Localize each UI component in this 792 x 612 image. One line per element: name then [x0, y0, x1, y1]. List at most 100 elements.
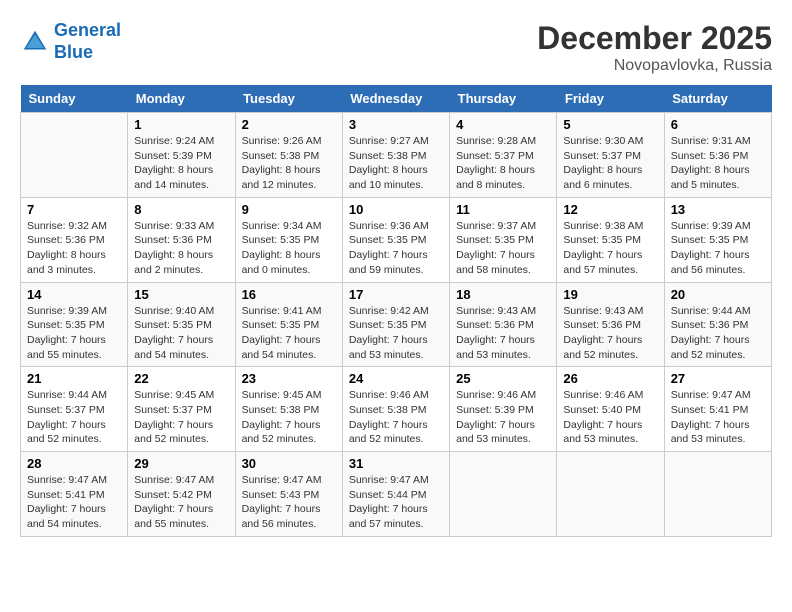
day-number: 14: [27, 287, 121, 302]
day-number: 18: [456, 287, 550, 302]
calendar-cell: 15 Sunrise: 9:40 AM Sunset: 5:35 PM Dayli…: [128, 282, 235, 367]
day-number: 22: [134, 371, 228, 386]
calendar-cell: 12 Sunrise: 9:38 AM Sunset: 5:35 PM Dayli…: [557, 197, 664, 282]
logo: General Blue: [20, 20, 121, 63]
day-number: 24: [349, 371, 443, 386]
day-number: 20: [671, 287, 765, 302]
day-number: 17: [349, 287, 443, 302]
day-info: Sunrise: 9:36 AM Sunset: 5:35 PM Dayligh…: [349, 219, 443, 278]
logo-text: General Blue: [54, 20, 121, 63]
day-info: Sunrise: 9:44 AM Sunset: 5:36 PM Dayligh…: [671, 304, 765, 363]
day-info: Sunrise: 9:26 AM Sunset: 5:38 PM Dayligh…: [242, 134, 336, 193]
day-info: Sunrise: 9:33 AM Sunset: 5:36 PM Dayligh…: [134, 219, 228, 278]
calendar-cell: 23 Sunrise: 9:45 AM Sunset: 5:38 PM Dayli…: [235, 367, 342, 452]
day-number: 9: [242, 202, 336, 217]
calendar-cell: 21 Sunrise: 9:44 AM Sunset: 5:37 PM Dayli…: [21, 367, 128, 452]
calendar-cell: 20 Sunrise: 9:44 AM Sunset: 5:36 PM Dayli…: [664, 282, 771, 367]
weekday-header-saturday: Saturday: [664, 85, 771, 113]
day-number: 23: [242, 371, 336, 386]
day-number: 21: [27, 371, 121, 386]
day-info: Sunrise: 9:47 AM Sunset: 5:43 PM Dayligh…: [242, 473, 336, 532]
calendar-week-row: 21 Sunrise: 9:44 AM Sunset: 5:37 PM Dayli…: [21, 367, 772, 452]
day-number: 2: [242, 117, 336, 132]
day-number: 1: [134, 117, 228, 132]
calendar-cell: 17 Sunrise: 9:42 AM Sunset: 5:35 PM Dayli…: [342, 282, 449, 367]
logo-icon: [20, 27, 50, 57]
day-number: 3: [349, 117, 443, 132]
calendar-cell: 9Sunrise: 9:34 AM Sunset: 5:35 PM Daylig…: [235, 197, 342, 282]
day-number: 29: [134, 456, 228, 471]
calendar-cell: 18Sunrise: 9:43 AM Sunset: 5:36 PM Dayli…: [450, 282, 557, 367]
day-number: 6: [671, 117, 765, 132]
month-title: December 2025: [537, 20, 772, 57]
day-info: Sunrise: 9:38 AM Sunset: 5:35 PM Dayligh…: [563, 219, 657, 278]
day-number: 16: [242, 287, 336, 302]
location: Novopavlovka, Russia: [537, 57, 772, 75]
day-number: 11: [456, 202, 550, 217]
day-number: 5: [563, 117, 657, 132]
day-info: Sunrise: 9:46 AM Sunset: 5:40 PM Dayligh…: [563, 388, 657, 447]
day-info: Sunrise: 9:39 AM Sunset: 5:35 PM Dayligh…: [27, 304, 121, 363]
day-info: Sunrise: 9:47 AM Sunset: 5:41 PM Dayligh…: [671, 388, 765, 447]
weekday-header-sunday: Sunday: [21, 85, 128, 113]
calendar-cell: 29Sunrise: 9:47 AM Sunset: 5:42 PM Dayli…: [128, 452, 235, 537]
day-number: 10: [349, 202, 443, 217]
day-number: 15: [134, 287, 228, 302]
weekday-header-row: SundayMondayTuesdayWednesdayThursdayFrid…: [21, 85, 772, 113]
day-info: Sunrise: 9:42 AM Sunset: 5:35 PM Dayligh…: [349, 304, 443, 363]
day-info: Sunrise: 9:45 AM Sunset: 5:37 PM Dayligh…: [134, 388, 228, 447]
calendar-cell: 31 Sunrise: 9:47 AM Sunset: 5:44 PM Dayli…: [342, 452, 449, 537]
day-info: Sunrise: 9:28 AM Sunset: 5:37 PM Dayligh…: [456, 134, 550, 193]
day-info: Sunrise: 9:41 AM Sunset: 5:35 PM Dayligh…: [242, 304, 336, 363]
calendar-cell: 27 Sunrise: 9:47 AM Sunset: 5:41 PM Dayli…: [664, 367, 771, 452]
calendar-cell: 25 Sunrise: 9:46 AM Sunset: 5:39 PM Dayli…: [450, 367, 557, 452]
day-number: 26: [563, 371, 657, 386]
day-info: Sunrise: 9:46 AM Sunset: 5:38 PM Dayligh…: [349, 388, 443, 447]
calendar-cell: 3Sunrise: 9:27 AM Sunset: 5:38 PM Daylig…: [342, 113, 449, 198]
day-info: Sunrise: 9:47 AM Sunset: 5:44 PM Dayligh…: [349, 473, 443, 532]
day-number: 7: [27, 202, 121, 217]
page-header: General Blue December 2025 Novopavlovka,…: [20, 20, 772, 75]
day-number: 12: [563, 202, 657, 217]
calendar-cell: 22 Sunrise: 9:45 AM Sunset: 5:37 PM Dayli…: [128, 367, 235, 452]
calendar-cell: [21, 113, 128, 198]
day-info: Sunrise: 9:31 AM Sunset: 5:36 PM Dayligh…: [671, 134, 765, 193]
calendar-cell: 19Sunrise: 9:43 AM Sunset: 5:36 PM Dayli…: [557, 282, 664, 367]
calendar-cell: [450, 452, 557, 537]
calendar-week-row: 28 Sunrise: 9:47 AM Sunset: 5:41 PM Dayli…: [21, 452, 772, 537]
calendar-cell: 5Sunrise: 9:30 AM Sunset: 5:37 PM Daylig…: [557, 113, 664, 198]
day-number: 28: [27, 456, 121, 471]
day-info: Sunrise: 9:24 AM Sunset: 5:39 PM Dayligh…: [134, 134, 228, 193]
calendar-cell: 30 Sunrise: 9:47 AM Sunset: 5:43 PM Dayli…: [235, 452, 342, 537]
day-info: Sunrise: 9:44 AM Sunset: 5:37 PM Dayligh…: [27, 388, 121, 447]
day-info: Sunrise: 9:47 AM Sunset: 5:41 PM Dayligh…: [27, 473, 121, 532]
day-number: 31: [349, 456, 443, 471]
weekday-header-monday: Monday: [128, 85, 235, 113]
calendar-cell: 26 Sunrise: 9:46 AM Sunset: 5:40 PM Dayli…: [557, 367, 664, 452]
calendar-cell: 16 Sunrise: 9:41 AM Sunset: 5:35 PM Dayli…: [235, 282, 342, 367]
day-number: 25: [456, 371, 550, 386]
logo-line1: General: [54, 20, 121, 40]
calendar-cell: 6 Sunrise: 9:31 AM Sunset: 5:36 PM Daylig…: [664, 113, 771, 198]
day-info: Sunrise: 9:46 AM Sunset: 5:39 PM Dayligh…: [456, 388, 550, 447]
day-info: Sunrise: 9:45 AM Sunset: 5:38 PM Dayligh…: [242, 388, 336, 447]
calendar-cell: 14 Sunrise: 9:39 AM Sunset: 5:35 PM Dayli…: [21, 282, 128, 367]
calendar-cell: 1 Sunrise: 9:24 AM Sunset: 5:39 PM Daylig…: [128, 113, 235, 198]
day-number: 27: [671, 371, 765, 386]
weekday-header-thursday: Thursday: [450, 85, 557, 113]
day-info: Sunrise: 9:40 AM Sunset: 5:35 PM Dayligh…: [134, 304, 228, 363]
title-block: December 2025 Novopavlovka, Russia: [537, 20, 772, 75]
calendar-cell: [557, 452, 664, 537]
calendar-header: SundayMondayTuesdayWednesdayThursdayFrid…: [21, 85, 772, 113]
calendar-body: 1 Sunrise: 9:24 AM Sunset: 5:39 PM Daylig…: [21, 113, 772, 537]
day-info: Sunrise: 9:37 AM Sunset: 5:35 PM Dayligh…: [456, 219, 550, 278]
day-info: Sunrise: 9:43 AM Sunset: 5:36 PM Dayligh…: [563, 304, 657, 363]
weekday-header-wednesday: Wednesday: [342, 85, 449, 113]
day-number: 8: [134, 202, 228, 217]
calendar-week-row: 7Sunrise: 9:32 AM Sunset: 5:36 PM Daylig…: [21, 197, 772, 282]
day-number: 30: [242, 456, 336, 471]
weekday-header-friday: Friday: [557, 85, 664, 113]
calendar-cell: 2 Sunrise: 9:26 AM Sunset: 5:38 PM Daylig…: [235, 113, 342, 198]
day-number: 4: [456, 117, 550, 132]
day-info: Sunrise: 9:39 AM Sunset: 5:35 PM Dayligh…: [671, 219, 765, 278]
